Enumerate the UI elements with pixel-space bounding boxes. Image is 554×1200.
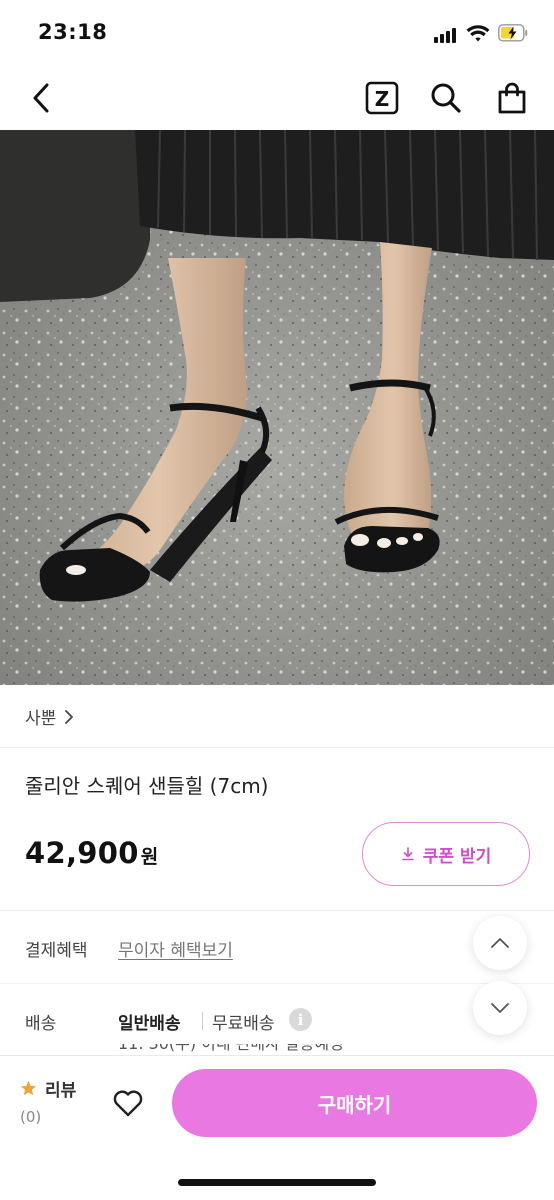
- shopping-bag-icon: [498, 82, 526, 114]
- bottom-action-bar: 리뷰 (0) 구매하기: [0, 1055, 554, 1200]
- signal-icon: [434, 27, 460, 43]
- shipping-type: 일반배송: [118, 1014, 181, 1034]
- coupon-label: 쿠폰 받기: [422, 846, 492, 867]
- z-box-letter: Z: [375, 87, 390, 111]
- brand-link[interactable]: 사뿐: [0, 686, 554, 748]
- shipping-label: 배송: [25, 1014, 57, 1034]
- installment-benefit-link[interactable]: 무이자 혜택보기: [118, 936, 233, 961]
- section-divider: [0, 910, 554, 911]
- shipping-fee: 무료배송: [212, 1014, 275, 1034]
- review-summary[interactable]: 리뷰: [20, 1076, 90, 1101]
- top-nav-bar: Z: [0, 66, 554, 130]
- home-indicator: [178, 1179, 376, 1186]
- shipping-note: 11. 30(수) 이내 판매자 발송예정: [118, 1044, 344, 1055]
- chevron-up-icon: [491, 938, 509, 948]
- battery-charging-icon: [498, 24, 528, 42]
- shipping-separator: [202, 1012, 203, 1030]
- search-icon: [431, 83, 461, 113]
- info-divider: [0, 983, 554, 984]
- coupon-button[interactable]: 쿠폰 받기: [362, 822, 530, 886]
- brand-name: 사뿐: [25, 709, 57, 729]
- wifi-icon: [466, 25, 490, 42]
- shipping-note-text: 11. 30(수) 이내 판매자 발송예정: [118, 1044, 344, 1055]
- status-bar: 23:18: [0, 0, 554, 66]
- heart-icon: [113, 1090, 143, 1117]
- wishlist-button[interactable]: [110, 1086, 146, 1120]
- star-icon: [20, 1080, 37, 1096]
- chevron-down-icon: [491, 1003, 509, 1013]
- price-unit: 원: [140, 846, 159, 868]
- status-time: 23:18: [38, 20, 108, 44]
- info-icon[interactable]: i: [289, 1008, 312, 1031]
- chevron-right-icon: [65, 709, 74, 724]
- buy-button[interactable]: 구매하기: [172, 1069, 537, 1137]
- price: 42,900 원: [25, 836, 158, 870]
- download-icon: [401, 847, 414, 861]
- cart-button[interactable]: [494, 80, 530, 116]
- product-photo-illustration: [0, 130, 554, 685]
- price-amount: 42,900: [25, 836, 139, 870]
- review-count: (0): [20, 1108, 42, 1126]
- chevron-left-icon: [33, 83, 49, 113]
- scroll-down-button[interactable]: [473, 981, 527, 1035]
- review-label: 리뷰: [45, 1081, 77, 1101]
- product-name: 줄리안 스퀘어 샌들힐 (7cm): [25, 774, 269, 798]
- scroll-up-button[interactable]: [473, 916, 527, 970]
- z-box-icon: Z: [365, 81, 399, 115]
- zigzag-button[interactable]: Z: [364, 80, 400, 116]
- payment-benefit-label: 결제혜택: [25, 941, 88, 961]
- search-button[interactable]: [428, 80, 464, 116]
- product-image[interactable]: [0, 130, 554, 685]
- back-button[interactable]: [24, 80, 58, 116]
